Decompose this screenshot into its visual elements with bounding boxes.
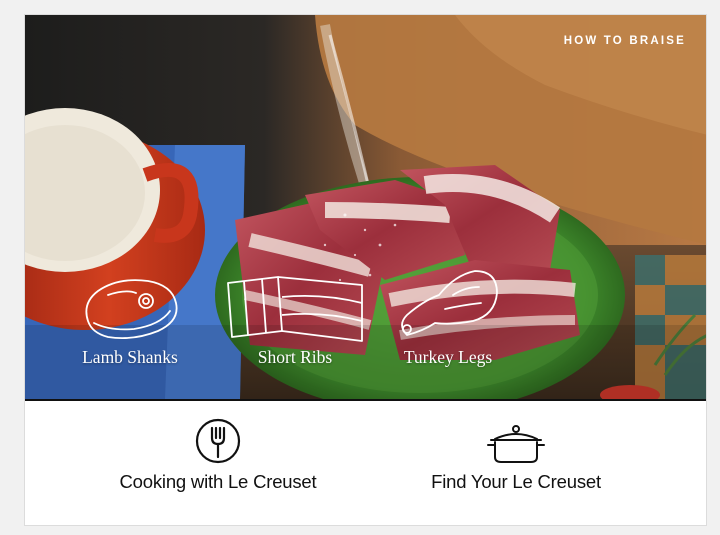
pot-icon [487, 425, 545, 463]
cut-short-ribs[interactable]: Short Ribs [220, 273, 370, 368]
cooking-with-le-creuset-label: Cooking with Le Creuset [119, 471, 317, 492]
braise-card: HOW TO BRAISE Lamb Shanks Short Ribs Tur… [24, 14, 707, 526]
hero-image: HOW TO BRAISE Lamb Shanks Short Ribs Tur… [25, 15, 706, 399]
how-to-braise-label: HOW TO BRAISE [563, 35, 686, 47]
short-ribs-icon [227, 276, 363, 342]
hero-divider [25, 399, 706, 401]
find-your-le-creuset-link[interactable]: Find Your Le Creuset [421, 423, 611, 493]
lamb-shank-icon [85, 279, 178, 340]
cut-label-turkey-legs: Turkey Legs [403, 347, 493, 367]
cut-label-short-ribs: Short Ribs [257, 347, 333, 367]
cut-turkey-legs[interactable]: Turkey Legs [383, 265, 513, 368]
turkey-leg-icon [401, 270, 498, 336]
cut-lamb-shanks[interactable]: Lamb Shanks [75, 273, 185, 368]
fork-icon [195, 418, 241, 464]
find-your-le-creuset-label: Find Your Le Creuset [431, 471, 601, 492]
cut-label-lamb-shanks: Lamb Shanks [82, 347, 178, 367]
cooking-with-le-creuset-link[interactable]: Cooking with Le Creuset [113, 417, 323, 493]
